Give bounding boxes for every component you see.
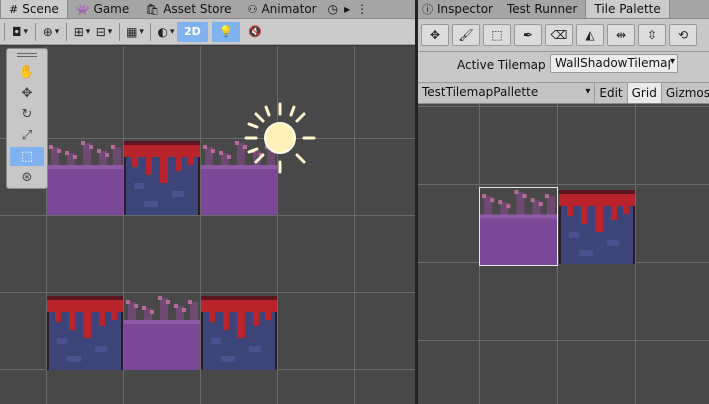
tab-animator[interactable]: ⚇ Animator <box>240 0 325 18</box>
select-tool-icon[interactable]: ✥ <box>421 24 449 46</box>
tab-scroll-right-icon[interactable]: ▸ <box>341 0 353 18</box>
rotate-tile-tool-icon[interactable]: ⟲ <box>669 24 697 46</box>
tab-scene-label: Scene <box>22 2 59 16</box>
scene-tool-palette: ✋ ✥ ↻ ⤢ ⬚ ⊛ <box>6 48 48 189</box>
toolbar-separator <box>119 22 120 41</box>
pivot-global-dropdown[interactable]: ⊕ <box>40 22 62 42</box>
chevron-down-icon: ▾ <box>669 56 675 67</box>
grid-toggle[interactable]: Grid <box>626 83 661 103</box>
grid-line <box>418 184 709 185</box>
tab-tile-palette[interactable]: Tile Palette <box>585 0 670 18</box>
transform-tool-icon[interactable]: ⊛ <box>10 168 44 187</box>
active-tilemap-row: Active Tilemap WallShadowTilemap ▾ <box>418 52 709 77</box>
move-tool-icon[interactable]: ✥ <box>10 84 44 103</box>
scene-toolbar: ◘ ⊕ ⊞ ⊟ ▦ ◐ 2D 💡 🔇 <box>0 19 415 45</box>
snap-dropdown[interactable]: ⊞ <box>71 22 93 42</box>
rect-tool-icon[interactable]: ⬚ <box>10 147 44 166</box>
flip-x-tool-icon[interactable]: ⇹ <box>607 24 635 46</box>
tab-asset-store-label: Asset Store <box>163 2 232 16</box>
draw-mode-icon: ◘ <box>11 24 22 39</box>
grid-line <box>557 104 558 404</box>
brush-tool-icon[interactable]: 🖌 <box>452 24 480 46</box>
draw-mode-dropdown[interactable]: ◘ <box>9 22 31 42</box>
scale-tool-icon[interactable]: ⤢ <box>10 126 44 145</box>
tab-asset-store[interactable]: 🛍 Asset Store <box>137 0 239 18</box>
grid-snap-icon: ⊟ <box>95 24 106 39</box>
palette-dropdown[interactable]: TestTilemapPallette ▾ <box>418 83 594 103</box>
shadow-wall-tile <box>124 141 200 215</box>
gizmos-toggle[interactable]: Gizmos <box>660 83 709 103</box>
toolbar-separator <box>150 22 151 41</box>
tab-animator-label: Animator <box>261 2 317 16</box>
more-menu-icon[interactable]: ⋮ <box>353 0 371 18</box>
right-tab-bar: ⓘ Inspector Test Runner Tile Palette <box>418 0 709 19</box>
grid-line <box>635 104 636 404</box>
directional-light-gizmo[interactable] <box>244 102 316 174</box>
chevron-down-icon: ▾ <box>585 86 591 97</box>
tab-inspector[interactable]: ⓘ Inspector <box>418 0 499 18</box>
drag-handle[interactable] <box>17 53 37 57</box>
clock-icon[interactable]: ◷ <box>325 0 341 18</box>
grid-line <box>277 46 278 404</box>
hand-tool-icon[interactable]: ✋ <box>10 63 44 82</box>
rotate-tool-icon[interactable]: ↻ <box>10 105 44 124</box>
shading-icon: ◐ <box>157 24 168 39</box>
tab-test-runner-label: Test Runner <box>506 2 578 16</box>
palette-tile-castle[interactable] <box>479 187 558 266</box>
palette-toolbar: TestTilemapPallette ▾ Edit Grid Gizmos <box>418 82 709 104</box>
picker-tool-icon[interactable]: ✒ <box>514 24 542 46</box>
info-icon: ⓘ <box>422 3 433 16</box>
palette-grid-view[interactable] <box>418 104 709 404</box>
flip-y-tool-icon[interactable]: ⇳ <box>638 24 666 46</box>
toolbar-separator <box>66 22 67 41</box>
grid-line <box>418 106 709 107</box>
palette-tile-shadow-wall[interactable] <box>559 188 635 264</box>
store-bag-icon: 🛍 <box>145 2 160 16</box>
tab-inspector-label: Inspector <box>437 2 493 16</box>
tab-scene[interactable]: # Scene <box>0 0 68 18</box>
active-tilemap-label: Active Tilemap <box>457 58 546 72</box>
grid-line <box>0 215 415 216</box>
palette-value: TestTilemapPallette <box>422 85 539 99</box>
tile-paint-toolbar: ✥ 🖌 ⬚ ✒ ⌫ ◭ ⇹ ⇳ ⟲ <box>418 19 709 52</box>
2d-mode-toggle[interactable]: 2D <box>177 21 208 42</box>
grid-hash-icon: # <box>9 2 19 16</box>
toolbar-separator <box>4 22 5 41</box>
castle-tile <box>47 141 123 215</box>
snap-icon: ⊞ <box>73 24 84 39</box>
shadow-wall-tile <box>47 296 123 370</box>
grid-line <box>354 46 355 404</box>
tab-game-label: Game <box>93 2 130 16</box>
active-tilemap-dropdown[interactable]: WallShadowTilemap ▾ <box>550 54 678 73</box>
animator-icon: ⚇ <box>247 2 258 16</box>
eraser-tool-icon[interactable]: ⌫ <box>545 24 573 46</box>
toolbar-separator <box>35 22 36 41</box>
shading-mode-dropdown[interactable]: ◐ <box>155 22 177 42</box>
increment-icon: ▦ <box>126 24 138 39</box>
mute-icon: 🔇 <box>247 25 262 38</box>
box-fill-tool-icon[interactable]: ⬚ <box>483 24 511 46</box>
castle-tile <box>124 296 200 370</box>
light-bulb-icon: 💡 <box>218 25 233 38</box>
fill-bucket-tool-icon[interactable]: ◭ <box>576 24 604 46</box>
grid-line <box>418 340 709 341</box>
globe-icon: ⊕ <box>42 24 53 39</box>
audio-toggle[interactable]: 🔇 <box>244 22 266 42</box>
tab-game[interactable]: 👾 Game <box>68 0 137 18</box>
lighting-toggle[interactable]: 💡 <box>211 21 240 42</box>
increment-snap-dropdown[interactable]: ▦ <box>124 22 146 42</box>
grid-line <box>0 292 415 293</box>
tab-test-runner[interactable]: Test Runner <box>499 0 585 18</box>
shadow-wall-tile <box>201 296 277 370</box>
gamepad-icon: 👾 <box>75 2 90 16</box>
active-tilemap-value: WallShadowTilemap <box>555 56 676 70</box>
tile-palette-panel: ✥ 🖌 ⬚ ✒ ⌫ ◭ ⇹ ⇳ ⟲ Active Tilemap WallSha… <box>418 19 709 404</box>
edit-button[interactable]: Edit <box>594 83 626 103</box>
tab-tile-palette-label: Tile Palette <box>594 2 661 16</box>
grid-snap-dropdown[interactable]: ⊟ <box>93 22 115 42</box>
scene-tab-bar: # Scene 👾 Game 🛍 Asset Store ⚇ Animator … <box>0 0 415 19</box>
